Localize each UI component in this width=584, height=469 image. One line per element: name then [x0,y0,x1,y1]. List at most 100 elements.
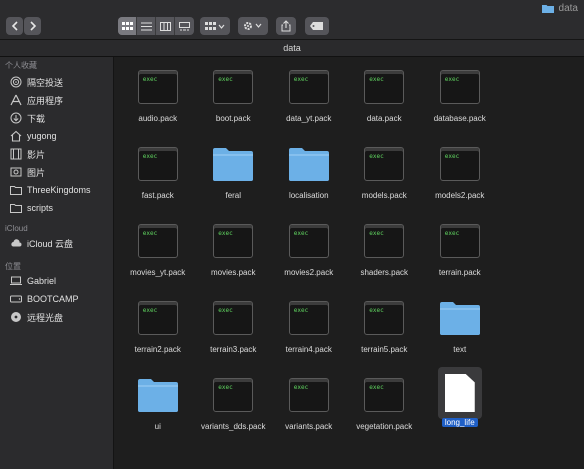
exec-icon: exec [211,221,255,261]
exec-icon: exec [136,221,180,261]
sidebar-item-airdrop[interactable]: 隔空投送 [10,74,63,90]
folder-icon [211,144,255,184]
exec-label: exec [444,76,460,83]
terminal-exec-icon: exec [137,224,178,258]
file-item[interactable]: exec terrain3.pack [196,296,272,373]
gallery-view-button[interactable] [175,17,194,35]
pictures-icon [10,166,22,178]
column-view-button[interactable] [156,17,175,35]
exec-label: exec [293,230,309,237]
terminal-exec-icon: exec [137,70,178,104]
file-item[interactable]: exec models2.pack [422,142,498,219]
path-bar: data [0,40,584,57]
file-item[interactable]: text [422,296,498,373]
exec-label: exec [142,153,158,160]
file-item[interactable]: exec models.pack [347,142,423,219]
file-item[interactable]: exec database.pack [422,65,498,142]
sidebar-item-label: scripts [27,203,54,213]
file-item[interactable]: exec fast.pack [120,142,196,219]
file-item[interactable]: localisation [271,142,347,219]
view-mode-segmented-control [118,17,194,35]
terminal-exec-icon: exec [288,378,329,412]
sidebar-item-label: iCloud 云盘 [27,238,74,249]
exec-label: exec [369,230,384,237]
drive-icon [10,293,22,305]
tag-icon [310,22,323,30]
sidebar-item-downloads[interactable]: 下载 [10,110,45,126]
share-button[interactable] [276,17,296,35]
sidebar-item-label: 隔空投送 [27,77,64,88]
file-item[interactable]: exec terrain2.pack [120,296,196,373]
action-menu-button[interactable] [238,17,268,35]
exec-icon: exec [438,67,482,107]
file-name: terrain5.pack [361,345,408,354]
sidebar-item-label: 远程光盘 [27,312,64,323]
exec-label: exec [218,307,233,314]
cloud-icon [10,237,22,249]
file-item[interactable]: exec terrain.pack [422,219,498,296]
terminal-exec-icon: exec [364,378,405,412]
back-button[interactable] [6,17,23,35]
share-icon [281,20,291,32]
file-item[interactable]: exec data_yt.pack [271,65,347,142]
exec-icon: exec [136,67,180,107]
sidebar-item-remote-disc[interactable]: 远程光盘 [10,309,63,325]
tag-button[interactable] [305,17,329,35]
file-name: variants.pack [285,422,333,431]
file-name: localisation [288,191,329,200]
file-name: terrain4.pack [285,345,332,354]
sidebar-item-yugong[interactable]: yugong [10,128,57,144]
file-item[interactable]: exec variants.pack [271,373,347,450]
file-item[interactable]: exec data.pack [347,65,423,142]
file-item[interactable]: exec terrain4.pack [271,296,347,373]
sidebar-item-pictures[interactable]: 图片 [10,164,45,180]
file-name: movies_yt.pack [130,268,186,277]
movies-icon [10,148,22,160]
forward-button[interactable] [24,17,41,35]
file-item[interactable]: exec vegetation.pack [347,373,423,450]
exec-icon: exec [287,221,331,261]
exec-label: exec [142,307,158,314]
icon-view-button[interactable] [118,17,137,35]
sidebar-item-label: Gabriel [27,276,57,286]
list-view-button[interactable] [137,17,156,35]
folder-icon [287,144,331,184]
sidebar-item-bootcamp[interactable]: BOOTCAMP [10,291,79,307]
file-item[interactable]: feral [196,142,272,219]
sidebar-item-scripts[interactable]: scripts [10,200,53,216]
exec-icon: exec [362,144,406,184]
file-name: feral [225,191,242,200]
file-item[interactable]: exec audio.pack [120,65,196,142]
terminal-exec-icon: exec [288,224,329,258]
disc-icon [10,311,22,323]
file-item[interactable]: exec movies.pack [196,219,272,296]
file-name: movies.pack [211,268,256,277]
sidebar-item-movies[interactable]: 影片 [10,146,45,162]
exec-label: exec [218,76,233,83]
file-name: terrain3.pack [210,345,257,354]
file-item[interactable]: exec boot.pack [196,65,272,142]
file-name: models2.pack [435,191,485,200]
file-item[interactable]: exec variants_dds.pack [196,373,272,450]
file-item[interactable]: long_life [422,367,498,450]
locations-section-title: 位置 [5,262,21,271]
terminal-exec-icon: exec [288,70,329,104]
file-name: terrain.pack [438,268,481,277]
file-item[interactable]: exec movies2.pack [271,219,347,296]
sidebar-item-icloud-drive[interactable]: iCloud 云盘 [10,235,73,251]
downloads-icon [10,112,22,124]
file-item[interactable]: exec movies_yt.pack [120,219,196,296]
file-item[interactable]: ui [120,373,196,450]
sidebar-item-gabriel[interactable]: Gabriel [10,273,56,289]
exec-icon: exec [362,298,406,338]
file-item[interactable]: exec shaders.pack [347,219,423,296]
gear-icon [244,22,262,30]
sidebar-item-threekingdoms[interactable]: ThreeKingdoms [10,182,91,198]
group-by-button[interactable] [200,17,230,35]
sidebar-item-applications[interactable]: 应用程序 [10,92,63,108]
folder-icon [10,202,22,214]
blank-page-icon [444,374,475,412]
exec-label: exec [444,230,460,237]
exec-label: exec [369,384,384,391]
file-item[interactable]: exec terrain5.pack [347,296,423,373]
